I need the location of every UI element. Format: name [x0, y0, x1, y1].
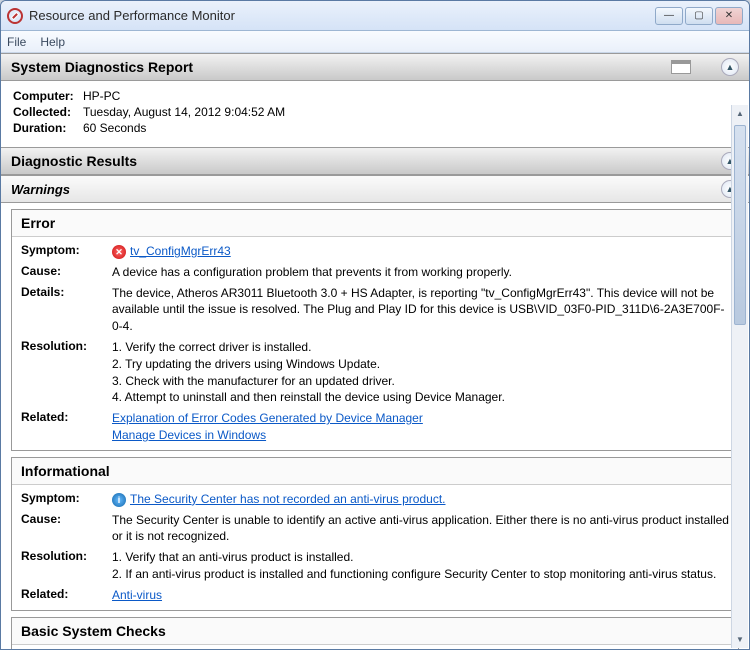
panel-title-info: Informational [12, 458, 738, 485]
value-cause: A device has a configuration problem tha… [112, 264, 729, 281]
resolution-step: 2. Try updating the drivers using Window… [112, 356, 729, 373]
resolution-step: 1. Verify the correct driver is installe… [112, 339, 729, 356]
label-resolution: Resolution: [21, 549, 106, 563]
resolution-step: 1. Verify that an anti-virus product is … [112, 549, 729, 566]
collapse-icon[interactable]: ▲ [721, 58, 739, 76]
basic-checks-panel: Basic System Checks Tests Result Descrip… [11, 617, 739, 649]
menu-help[interactable]: Help [40, 35, 65, 49]
report-meta: Computer:HP-PC Collected:Tuesday, August… [1, 81, 749, 147]
value-details: The device, Atheros AR3011 Bluetooth 3.0… [112, 285, 729, 335]
menu-bar: File Help [1, 31, 749, 53]
minimize-button[interactable]: — [655, 7, 683, 25]
scroll-down-icon[interactable]: ▼ [732, 631, 748, 648]
section-diagnostic-results[interactable]: Diagnostic Results ▲ [1, 147, 749, 175]
label-duration: Duration: [13, 121, 83, 135]
section-title: System Diagnostics Report [11, 59, 193, 75]
label-related: Related: [21, 587, 106, 601]
close-button[interactable]: ✕ [715, 7, 743, 25]
maximize-button[interactable]: ▢ [685, 7, 713, 25]
section-system-diagnostics[interactable]: System Diagnostics Report ▲ [1, 53, 749, 81]
link-related[interactable]: Explanation of Error Codes Generated by … [112, 411, 423, 425]
label-cause: Cause: [21, 264, 106, 278]
panel-title-checks: Basic System Checks [12, 618, 738, 645]
value-cause: The Security Center is unable to identif… [112, 512, 729, 546]
menu-file[interactable]: File [7, 35, 26, 49]
calendar-icon[interactable] [671, 60, 691, 74]
label-cause: Cause: [21, 512, 106, 526]
resolution-step: 2. If an anti-virus product is installed… [112, 566, 729, 583]
panel-title-error: Error [12, 210, 738, 237]
content-area: System Diagnostics Report ▲ Computer:HP-… [1, 53, 749, 649]
scroll-thumb[interactable] [734, 125, 746, 325]
titlebar[interactable]: Resource and Performance Monitor — ▢ ✕ [1, 1, 749, 31]
label-related: Related: [21, 410, 106, 424]
label-computer: Computer: [13, 89, 83, 103]
app-window: Resource and Performance Monitor — ▢ ✕ F… [0, 0, 750, 650]
scroll-up-icon[interactable]: ▲ [732, 105, 748, 122]
link-symptom[interactable]: The Security Center has not recorded an … [130, 492, 446, 506]
label-symptom: Symptom: [21, 243, 106, 257]
label-collected: Collected: [13, 105, 83, 119]
window-title: Resource and Performance Monitor [29, 8, 655, 23]
label-resolution: Resolution: [21, 339, 106, 353]
error-panel: Error Symptom: ✕ tv_ConfigMgrErr43 Cause:… [11, 209, 739, 451]
value-duration: 60 Seconds [83, 121, 737, 135]
app-icon [7, 8, 23, 24]
section-title: Warnings [11, 182, 70, 197]
section-warnings[interactable]: Warnings ▲ [1, 175, 749, 203]
vertical-scrollbar[interactable]: ▲ ▼ [731, 105, 748, 648]
informational-panel: Informational Symptom: i The Security Cen… [11, 457, 739, 611]
resolution-step: 4. Attempt to uninstall and then reinsta… [112, 389, 729, 406]
label-symptom: Symptom: [21, 491, 106, 505]
link-related[interactable]: Manage Devices in Windows [112, 428, 266, 442]
error-icon: ✕ [112, 245, 126, 259]
label-details: Details: [21, 285, 106, 299]
link-related[interactable]: Anti-virus [112, 588, 162, 602]
info-icon: i [112, 493, 126, 507]
value-computer: HP-PC [83, 89, 737, 103]
resolution-step: 3. Check with the manufacturer for an up… [112, 373, 729, 390]
value-collected: Tuesday, August 14, 2012 9:04:52 AM [83, 105, 737, 119]
section-title: Diagnostic Results [11, 153, 137, 169]
link-symptom[interactable]: tv_ConfigMgrErr43 [130, 244, 231, 258]
